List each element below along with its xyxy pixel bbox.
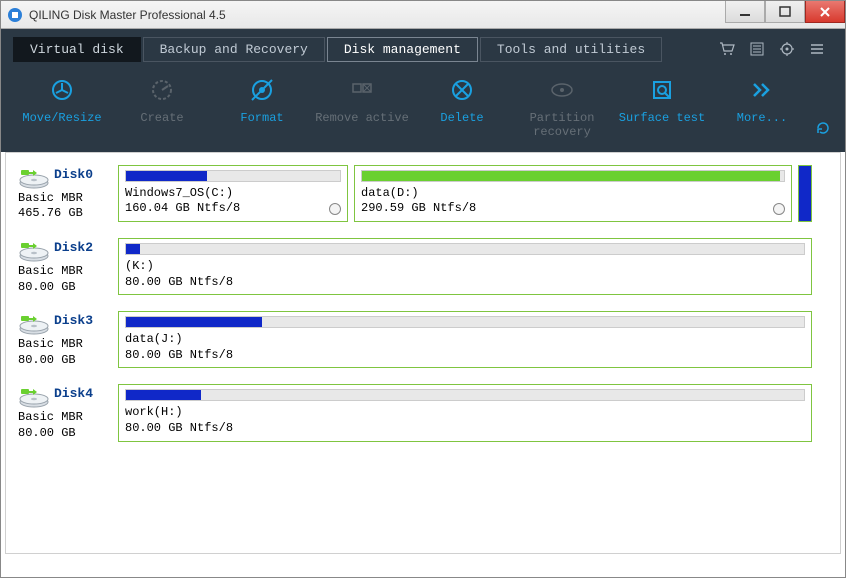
tool-format[interactable]: Format — [215, 71, 309, 125]
move-resize-icon — [15, 75, 109, 105]
disk-row: Disk0 Basic MBR465.76 GB Windows7_OS(C:)16… — [18, 165, 828, 222]
gear-icon[interactable] — [779, 41, 795, 57]
partition-sliver[interactable] — [798, 165, 812, 222]
format-icon — [215, 75, 309, 105]
usage-bar — [361, 170, 785, 182]
partition[interactable]: data(D:)290.59 GB Ntfs/8 — [354, 165, 792, 222]
disk-name: Disk0 — [54, 167, 93, 182]
partition[interactable]: Windows7_OS(C:)160.04 GB Ntfs/8 — [118, 165, 348, 222]
usage-bar — [125, 170, 341, 182]
disk-name: Disk3 — [54, 313, 93, 328]
disk-type: Basic MBR — [18, 264, 112, 280]
titlebar: QILING Disk Master Professional 4.5 — [1, 1, 845, 29]
disk-size: 80.00 GB — [18, 353, 112, 369]
partition[interactable]: data(J:)80.00 GB Ntfs/8 — [118, 311, 812, 368]
usage-bar-fill — [362, 171, 780, 181]
menu-icon[interactable] — [809, 41, 825, 57]
create-icon — [115, 75, 209, 105]
tab-virtual-disk[interactable]: Virtual disk — [13, 37, 141, 62]
tool-more[interactable]: More... — [715, 71, 809, 125]
partition-detail: 290.59 GB Ntfs/8 — [361, 201, 785, 217]
partition-detail: 80.00 GB Ntfs/8 — [125, 275, 805, 291]
window-title: QILING Disk Master Professional 4.5 — [29, 8, 226, 22]
app-icon — [7, 7, 23, 23]
usage-bar — [125, 389, 805, 401]
usage-bar-fill — [126, 317, 262, 327]
partition-label: (K:) — [125, 259, 805, 275]
disk-row: Disk4 Basic MBR80.00 GB work(H:)80.00 GB N… — [18, 384, 828, 441]
partition[interactable]: work(H:)80.00 GB Ntfs/8 — [118, 384, 812, 441]
disk-type: Basic MBR — [18, 337, 112, 353]
partition-radio[interactable] — [773, 203, 785, 215]
more-icon — [715, 75, 809, 105]
usage-bar — [125, 316, 805, 328]
remove-active-icon — [315, 75, 409, 105]
disk-info[interactable]: Disk3 Basic MBR80.00 GB — [18, 311, 112, 368]
partition-detail: 160.04 GB Ntfs/8 — [125, 201, 341, 217]
disk-name: Disk2 — [54, 240, 93, 255]
tabbar-right-icons — [719, 41, 833, 57]
maximize-button[interactable] — [765, 1, 805, 23]
window-controls — [725, 1, 845, 23]
disk-info[interactable]: Disk2 Basic MBR80.00 GB — [18, 238, 112, 295]
disk-size: 465.76 GB — [18, 206, 112, 222]
usage-bar-fill — [126, 171, 207, 181]
partition-recovery-icon — [515, 75, 609, 105]
tabbar: Virtual disk Backup and Recovery Disk ma… — [1, 29, 845, 63]
disk-icon — [18, 313, 50, 335]
tab-disk-management[interactable]: Disk management — [327, 37, 478, 62]
header: Virtual disk Backup and Recovery Disk ma… — [1, 29, 845, 152]
minimize-button[interactable] — [725, 1, 765, 23]
tab-backup-recovery[interactable]: Backup and Recovery — [143, 37, 325, 62]
disk-name: Disk4 — [54, 386, 93, 401]
surface-test-icon — [615, 75, 709, 105]
toolbar: Move/Resize Create Format Remove active … — [1, 63, 845, 152]
usage-bar-fill — [126, 244, 140, 254]
partition-label: work(H:) — [125, 405, 805, 421]
partition-label: data(D:) — [361, 186, 785, 202]
disk-info[interactable]: Disk0 Basic MBR465.76 GB — [18, 165, 112, 222]
usage-bar — [125, 243, 805, 255]
refresh-icon[interactable] — [815, 120, 831, 136]
delete-icon — [415, 75, 509, 105]
disk-row: Disk3 Basic MBR80.00 GB data(J:)80.00 GB N… — [18, 311, 828, 368]
close-button[interactable] — [805, 1, 845, 23]
tool-delete[interactable]: Delete — [415, 71, 509, 125]
tool-move-resize[interactable]: Move/Resize — [15, 71, 109, 125]
partition-detail: 80.00 GB Ntfs/8 — [125, 421, 805, 437]
disk-size: 80.00 GB — [18, 426, 112, 442]
disk-size: 80.00 GB — [18, 280, 112, 296]
list-icon[interactable] — [749, 41, 765, 57]
tab-tools-utilities[interactable]: Tools and utilities — [480, 37, 662, 62]
tool-surface-test[interactable]: Surface test — [615, 71, 709, 125]
disk-info[interactable]: Disk4 Basic MBR80.00 GB — [18, 384, 112, 441]
tool-remove-active[interactable]: Remove active — [315, 71, 409, 125]
disk-icon — [18, 386, 50, 408]
partition-radio[interactable] — [329, 203, 341, 215]
disk-type: Basic MBR — [18, 191, 112, 207]
disk-icon — [18, 240, 50, 262]
disk-type: Basic MBR — [18, 410, 112, 426]
disk-icon — [18, 167, 50, 189]
tool-partition-recovery[interactable]: Partition recovery — [515, 71, 609, 140]
disk-row: Disk2 Basic MBR80.00 GB (K:)80.00 GB Ntfs/… — [18, 238, 828, 295]
partition[interactable]: (K:)80.00 GB Ntfs/8 — [118, 238, 812, 295]
disk-content: Disk0Basic MBR465.76 GBWindows7_OS(C:)16… — [5, 152, 841, 554]
tool-create[interactable]: Create — [115, 71, 209, 125]
partition-label: data(J:) — [125, 332, 805, 348]
partition-detail: 80.00 GB Ntfs/8 — [125, 348, 805, 364]
usage-bar-fill — [126, 390, 201, 400]
partition-label: Windows7_OS(C:) — [125, 186, 341, 202]
cart-icon[interactable] — [719, 41, 735, 57]
